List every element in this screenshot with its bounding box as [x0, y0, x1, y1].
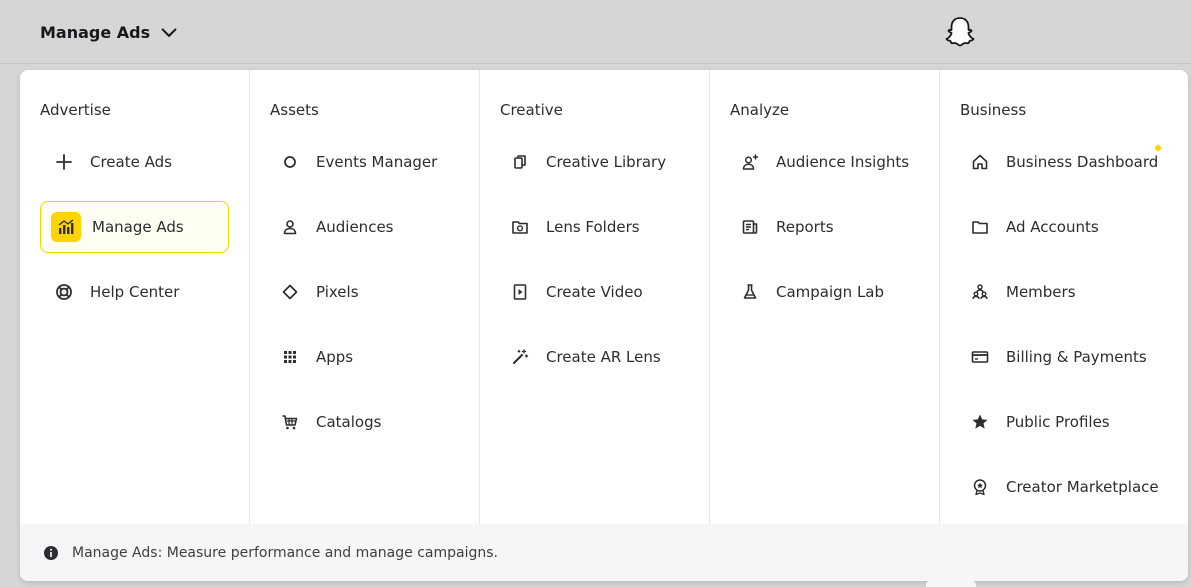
menu-item-lens-folders[interactable]: Lens Folders	[496, 201, 689, 253]
lifebuoy-icon	[55, 283, 73, 301]
notification-dot	[1155, 145, 1161, 151]
menu-item-create-ads[interactable]: Create Ads	[40, 136, 229, 188]
cart-icon	[281, 413, 299, 431]
navigation-menu: Advertise Create Ads Manage Ads Help Cen…	[20, 70, 1188, 581]
person-icon	[281, 218, 299, 236]
star-icon	[971, 413, 989, 431]
report-icon	[741, 218, 759, 236]
menu-item-creator-marketplace[interactable]: Creator Marketplace	[956, 461, 1168, 513]
menu-item-label: Members	[1006, 283, 1076, 301]
menu-item-label: Creative Library	[546, 153, 667, 171]
menu-item-label: Help Center	[90, 283, 180, 301]
menu-item-reports[interactable]: Reports	[726, 201, 919, 253]
menu-item-create-ar-lens[interactable]: Create AR Lens	[496, 331, 689, 383]
diamond-icon	[281, 283, 299, 301]
menu-item-label: Manage Ads	[92, 218, 184, 236]
column-advertise: Advertise Create Ads Manage Ads Help Cen…	[20, 70, 250, 524]
menu-item-help-center[interactable]: Help Center	[40, 266, 229, 318]
background-scroll-tab	[926, 581, 976, 587]
credit-card-icon	[971, 348, 989, 366]
menu-item-label: Audiences	[316, 218, 394, 236]
menu-item-label: Business Dashboard	[1006, 153, 1159, 171]
menu-item-create-video[interactable]: Create Video	[496, 266, 689, 318]
footer-description: Manage Ads: Measure performance and mana…	[72, 544, 498, 561]
menu-item-campaign-lab[interactable]: Campaign Lab	[726, 266, 919, 318]
menu-item-catalogs[interactable]: Catalogs	[266, 396, 459, 448]
grid-icon	[281, 348, 299, 366]
circle-icon	[281, 153, 299, 171]
menu-item-business-dashboard[interactable]: Business Dashboard	[956, 136, 1168, 188]
menu-item-label: Lens Folders	[546, 218, 640, 236]
menu-item-label: Events Manager	[316, 153, 438, 171]
folder-icon	[971, 218, 989, 236]
menu-item-label: Create Video	[546, 283, 643, 301]
menu-item-billing-payments[interactable]: Billing & Payments	[956, 331, 1168, 383]
column-creative: Creative Creative Library Lens Folders C…	[480, 70, 710, 524]
menu-item-label: Public Profiles	[1006, 413, 1110, 431]
column-title-assets: Assets	[270, 101, 319, 119]
app-title: Manage Ads	[40, 22, 151, 42]
menu-item-audience-insights[interactable]: Audience Insights	[726, 136, 919, 188]
column-title-advertise: Advertise	[40, 101, 111, 119]
bar-chart-icon	[51, 212, 81, 242]
menu-item-label: Reports	[776, 218, 834, 236]
column-title-creative: Creative	[500, 101, 563, 119]
snapchat-ghost-icon[interactable]	[942, 14, 978, 50]
badge-icon	[971, 478, 989, 496]
copy-icon	[511, 153, 529, 171]
menu-footer: Manage Ads: Measure performance and mana…	[20, 524, 1188, 581]
menu-item-creative-library[interactable]: Creative Library	[496, 136, 689, 188]
magic-wand-icon	[511, 348, 529, 366]
play-file-icon	[511, 283, 529, 301]
menu-item-members[interactable]: Members	[956, 266, 1168, 318]
menu-item-label: Create AR Lens	[546, 348, 661, 366]
chevron-down-icon	[160, 23, 178, 41]
menu-item-ad-accounts[interactable]: Ad Accounts	[956, 201, 1168, 253]
menu-item-label: Ad Accounts	[1006, 218, 1099, 236]
menu-item-apps[interactable]: Apps	[266, 331, 459, 383]
menu-item-events-manager[interactable]: Events Manager	[266, 136, 459, 188]
menu-item-public-profiles[interactable]: Public Profiles	[956, 396, 1168, 448]
menu-item-label: Creator Marketplace	[1006, 478, 1159, 496]
plus-icon	[55, 153, 73, 171]
menu-item-manage-ads[interactable]: Manage Ads	[40, 201, 229, 253]
menu-item-label: Pixels	[316, 283, 359, 301]
menu-item-label: Catalogs	[316, 413, 382, 431]
menu-item-label: Audience Insights	[776, 153, 910, 171]
members-icon	[971, 283, 989, 301]
info-icon	[42, 544, 60, 562]
flask-icon	[741, 283, 759, 301]
background-edge-fragment	[1186, 186, 1191, 226]
menu-item-label: Campaign Lab	[776, 283, 885, 301]
column-title-analyze: Analyze	[730, 101, 790, 119]
camera-folder-icon	[511, 218, 529, 236]
menu-item-label: Create Ads	[90, 153, 172, 171]
column-analyze: Analyze Audience Insights Reports Campai…	[710, 70, 940, 524]
menu-item-pixels[interactable]: Pixels	[266, 266, 459, 318]
person-sparkle-icon	[741, 153, 759, 171]
top-bar: Manage Ads	[0, 0, 1191, 64]
column-assets: Assets Events Manager Audiences Pixels A…	[250, 70, 480, 524]
menu-item-label: Apps	[316, 348, 354, 366]
column-business: Business Business Dashboard Ad Accounts	[940, 70, 1188, 524]
column-title-business: Business	[960, 101, 1027, 119]
app-switcher[interactable]: Manage Ads	[40, 20, 178, 44]
menu-item-audiences[interactable]: Audiences	[266, 201, 459, 253]
menu-item-label: Billing & Payments	[1006, 348, 1147, 366]
home-icon	[971, 153, 989, 171]
